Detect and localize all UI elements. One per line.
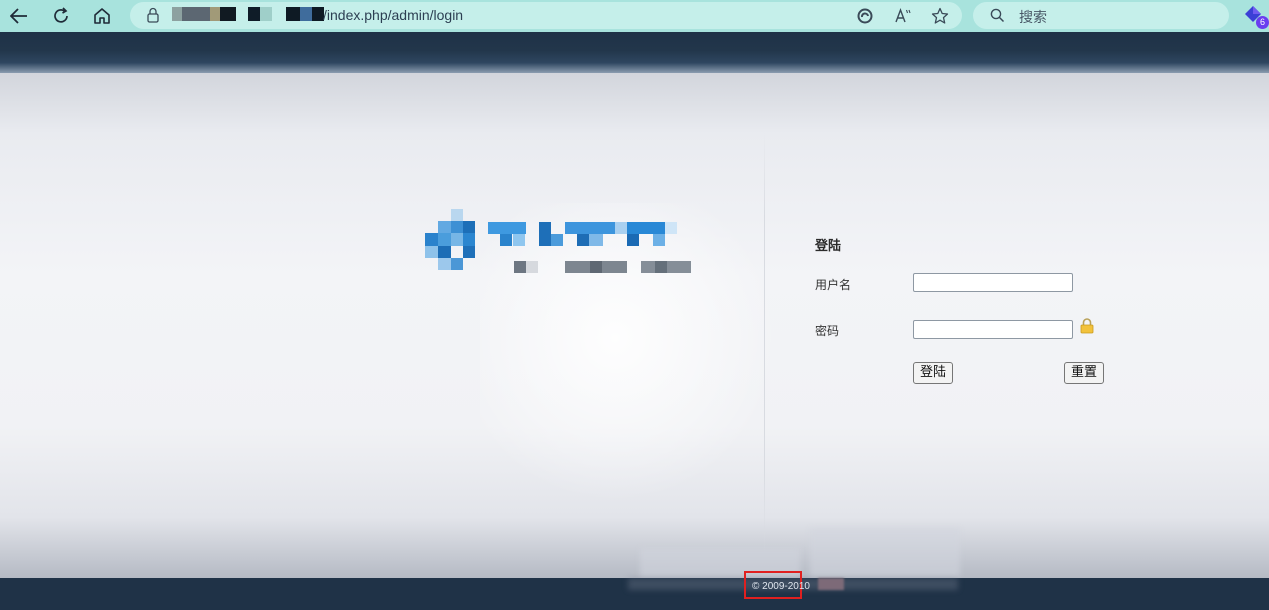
password-label: 密码 [815, 324, 840, 338]
login-title: 登陆 [815, 238, 842, 253]
back-button[interactable] [6, 4, 32, 28]
reload-icon [54, 7, 68, 23]
page-header [0, 32, 1269, 73]
edge-icon[interactable] [855, 6, 875, 26]
login-page-body: 登陆 用户名 密码 登陆 重置 [0, 73, 1269, 578]
url-text[interactable]: /index.php/admin/login [323, 7, 463, 23]
search-icon [990, 8, 1005, 23]
home-icon [94, 8, 110, 24]
vertical-divider [764, 133, 765, 553]
site-logo-redacted [425, 209, 695, 275]
browser-search-box[interactable]: 搜索 [973, 2, 1229, 29]
footer-redacted-mark [818, 578, 844, 590]
page-footer [0, 578, 1269, 610]
lock-icon [147, 7, 159, 23]
reload-button[interactable] [48, 4, 74, 28]
footer-blur-right [810, 528, 960, 578]
home-button[interactable] [89, 4, 115, 28]
login-submit-button[interactable]: 登陆 [913, 362, 954, 384]
username-label: 用户名 [815, 278, 852, 292]
address-bar[interactable]: /index.php/admin/login [130, 2, 962, 29]
password-lock-icon [1080, 318, 1094, 334]
username-input[interactable] [913, 273, 1073, 292]
copyright-text: © 2009-2010 [752, 581, 810, 592]
extension-icon[interactable]: 6 [1244, 5, 1269, 29]
arrow-left-icon [10, 8, 27, 24]
search-placeholder: 搜索 [1019, 9, 1047, 25]
password-input[interactable] [913, 320, 1073, 339]
browser-toolbar: /index.php/admin/login 搜索 6 [0, 0, 1269, 32]
favorite-star-icon[interactable] [930, 6, 950, 26]
extension-badge: 6 [1256, 16, 1269, 29]
reset-button[interactable]: 重置 [1064, 362, 1105, 384]
read-aloud-icon[interactable] [893, 6, 913, 26]
